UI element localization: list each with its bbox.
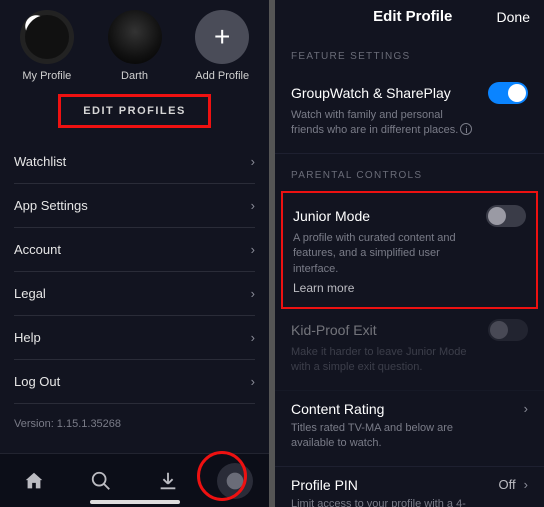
tab-home[interactable] xyxy=(14,461,54,501)
menu-label: Account xyxy=(14,242,61,257)
menu-legal[interactable]: Legal › xyxy=(14,272,255,316)
menu-log-out[interactable]: Log Out › xyxy=(14,360,255,404)
setting-desc: Titles rated TV-MA and below are availab… xyxy=(291,421,528,452)
pin-value: Off xyxy=(499,477,516,492)
chevron-right-icon: › xyxy=(251,154,255,169)
setting-title: Junior Mode xyxy=(293,208,370,224)
menu-list: Watchlist › App Settings › Account › Leg… xyxy=(0,140,269,404)
setting-content-rating[interactable]: Content Rating › Titles rated TV-MA and … xyxy=(275,391,544,467)
chevron-right-icon: › xyxy=(251,242,255,257)
menu-app-settings[interactable]: App Settings › xyxy=(14,184,255,228)
chevron-right-icon: › xyxy=(251,330,255,345)
menu-account[interactable]: Account › xyxy=(14,228,255,272)
setting-title: Content Rating xyxy=(291,401,384,417)
home-icon xyxy=(23,470,45,492)
groupwatch-toggle[interactable] xyxy=(488,82,528,104)
version-label: Version: 1.15.1.35268 xyxy=(0,404,269,444)
setting-kid-proof-exit: Kid-Proof Exit Make it harder to leave J… xyxy=(275,309,544,391)
kid-proof-toggle[interactable] xyxy=(488,319,528,341)
menu-label: Help xyxy=(14,330,41,345)
home-indicator xyxy=(90,500,180,504)
profile-darth[interactable]: Darth xyxy=(100,10,170,82)
nav-bar: Edit Profile Done xyxy=(275,0,544,35)
avatar-darth-icon xyxy=(108,10,162,64)
menu-watchlist[interactable]: Watchlist › xyxy=(14,140,255,184)
menu-label: Watchlist xyxy=(14,154,66,169)
setting-profile-pin[interactable]: Profile PIN Off › Limit access to your p… xyxy=(275,467,544,507)
setting-desc: Watch with family and personal friends w… xyxy=(291,108,528,139)
setting-title: Profile PIN xyxy=(291,477,358,493)
done-button[interactable]: Done xyxy=(497,9,530,25)
tab-downloads[interactable] xyxy=(148,461,188,501)
section-feature-settings: FEATURE SETTINGS xyxy=(275,35,544,72)
avatar-mickey-icon xyxy=(20,10,74,64)
setting-desc: A profile with curated content and featu… xyxy=(293,231,526,277)
setting-title: GroupWatch & SharePlay xyxy=(291,85,451,101)
settings-screen: My Profile Darth + Add Profile EDIT PROF… xyxy=(0,0,269,507)
chevron-right-icon: › xyxy=(251,198,255,213)
profile-label: My Profile xyxy=(22,70,71,82)
edit-profiles-button[interactable]: EDIT PROFILES xyxy=(60,96,209,126)
add-profile-button[interactable]: + Add Profile xyxy=(187,10,257,82)
setting-junior-mode: Junior Mode A profile with curated conte… xyxy=(281,191,538,309)
menu-label: Log Out xyxy=(14,374,60,389)
menu-label: Legal xyxy=(14,286,46,301)
plus-icon: + xyxy=(195,10,249,64)
profile-avatar-icon xyxy=(217,463,253,499)
profiles-row: My Profile Darth + Add Profile xyxy=(0,0,269,90)
junior-mode-toggle[interactable] xyxy=(486,205,526,227)
profile-label: Darth xyxy=(121,70,148,82)
tab-bar xyxy=(0,453,269,507)
chevron-right-icon: › xyxy=(524,401,528,416)
download-icon xyxy=(157,470,179,492)
setting-groupwatch: GroupWatch & SharePlay Watch with family… xyxy=(275,72,544,154)
learn-more-link[interactable]: Learn more xyxy=(293,281,526,295)
setting-desc: Make it harder to leave Junior Mode with… xyxy=(291,345,528,376)
tab-search[interactable] xyxy=(81,461,121,501)
profile-label: Add Profile xyxy=(195,70,249,82)
tab-profile[interactable] xyxy=(215,461,255,501)
profile-my-profile[interactable]: My Profile xyxy=(12,10,82,82)
setting-desc: Limit access to your profile with a 4-di… xyxy=(291,497,528,507)
edit-profile-screen: Edit Profile Done FEATURE SETTINGS Group… xyxy=(275,0,544,507)
nav-title: Edit Profile xyxy=(329,8,497,25)
menu-help[interactable]: Help › xyxy=(14,316,255,360)
chevron-right-icon: › xyxy=(524,477,528,492)
chevron-right-icon: › xyxy=(251,374,255,389)
search-icon xyxy=(90,470,112,492)
setting-title: Kid-Proof Exit xyxy=(291,322,377,338)
menu-label: App Settings xyxy=(14,198,88,213)
chevron-right-icon: › xyxy=(251,286,255,301)
info-icon[interactable]: i xyxy=(460,123,472,135)
section-parental-controls: PARENTAL CONTROLS xyxy=(275,154,544,191)
